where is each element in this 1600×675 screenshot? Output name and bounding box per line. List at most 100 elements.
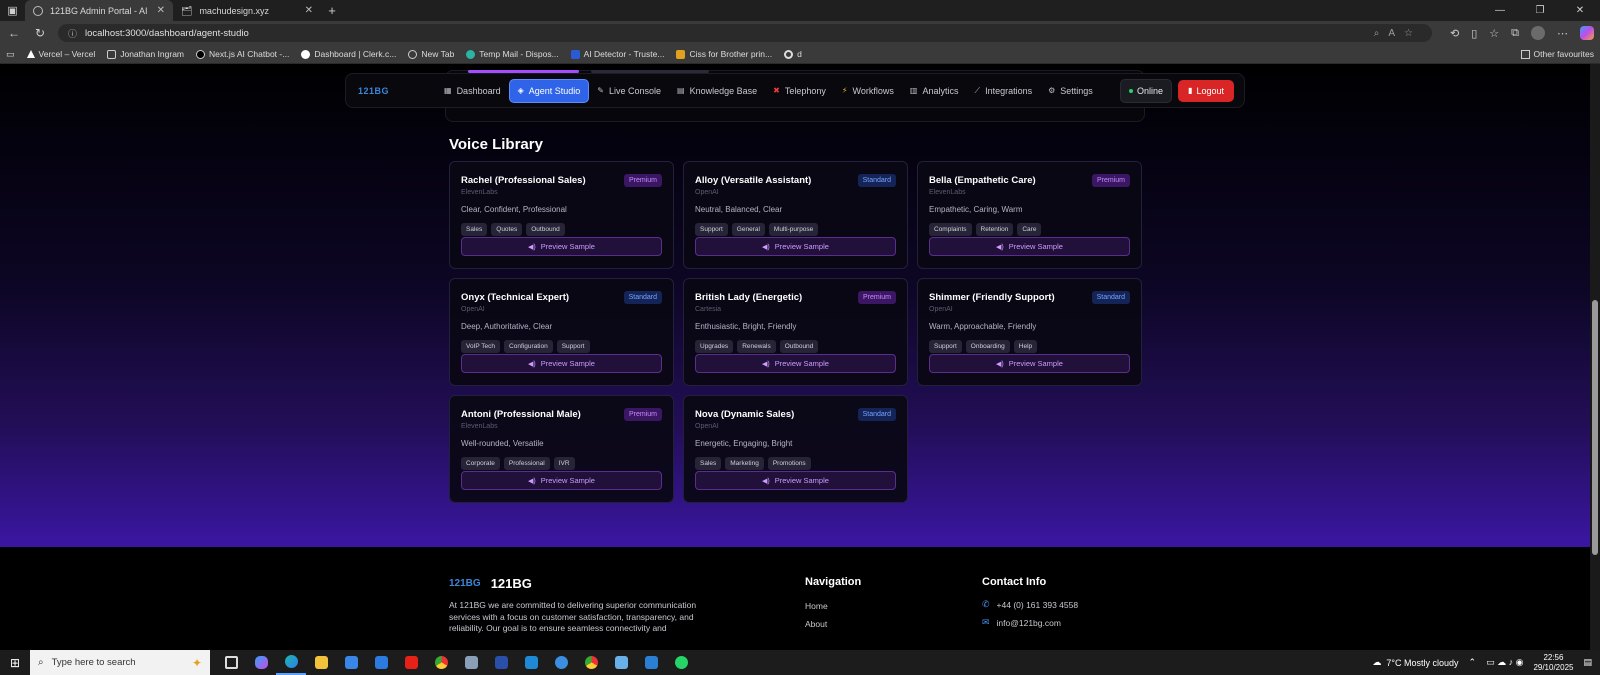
edge-app-icon[interactable] [276,650,306,675]
footer-link-about[interactable]: About [805,619,827,629]
store-icon[interactable] [336,650,366,675]
extensions-icon[interactable]: ⟲ [1450,27,1459,40]
favourites-icon[interactable]: ☆ [1489,27,1499,40]
voice-name: Bella (Empathetic Care) [929,175,1036,186]
notifications-icon[interactable]: ▤ [1583,657,1592,668]
bookmark-item[interactable]: Ciss for Brother prin... [676,49,772,59]
split-screen-icon[interactable]: ▯ [1471,27,1477,40]
logout-button[interactable]: ▮ Logout [1178,79,1234,102]
copilot-app-icon[interactable] [246,650,276,675]
close-icon[interactable]: ✕ [305,5,313,16]
close-window-icon[interactable]: ✕ [1560,5,1600,16]
refresh-icon[interactable]: ↻ [32,26,48,40]
bookmark-item[interactable]: Temp Mail - Dispos... [466,49,559,59]
info-icon[interactable]: ⓘ [68,27,77,40]
tray-icons[interactable]: ▭ ☁ ♪ ◉ [1486,657,1523,668]
top-navigation: 121BG ▦ Dashboard ◈ Agent Studio ✎ Live Con… [345,73,1245,108]
vscode-icon[interactable] [516,650,546,675]
status-badge[interactable]: Online [1120,78,1173,103]
other-favourites[interactable]: Other favourites [1520,49,1594,59]
whatsapp-icon[interactable] [666,650,696,675]
voice-provider: Cartesia [695,306,722,313]
url-action-icons[interactable]: ⌕A☆ [1374,28,1422,39]
voice-library-grid: Rachel (Professional Sales) Premium Eleven… [449,161,1142,503]
minimize-icon[interactable]: — [1480,5,1520,16]
youtube-icon[interactable] [396,650,426,675]
scrollbar-thumb[interactable] [1592,300,1598,555]
azure-icon[interactable] [636,650,666,675]
tier-badge: Standard [857,408,896,421]
clock[interactable]: 22:56 29/10/2025 [1533,653,1573,673]
weather-widget[interactable]: ☁ 7°C Mostly cloudy [1372,657,1458,668]
voice-provider: OpenAI [695,189,719,196]
taskbar-search[interactable]: ⌕ Type here to search ✦ [30,650,210,675]
tray-overflow-icon[interactable]: ⌃ [1469,657,1477,668]
nav-live-console[interactable]: ✎ Live Console [589,80,669,102]
tier-badge: Premium [1091,174,1130,187]
brand-logo[interactable]: 121BG [358,86,436,96]
preview-sample-button[interactable]: ◀) Preview Sample [695,471,896,490]
bookmark-item[interactable]: Vercel – Vercel [26,49,96,59]
nav-settings[interactable]: ⚙ Settings [1040,80,1101,102]
nav-agent-studio[interactable]: ◈ Agent Studio [508,78,590,103]
bookmark-item[interactable]: New Tab [408,49,454,59]
notes-icon[interactable] [606,650,636,675]
url-field[interactable]: ⓘ localhost:3000/dashboard/agent-studio … [58,24,1432,42]
tab-admin-portal[interactable]: 121BG Admin Portal - AI Voice Ag ✕ [25,0,173,21]
nav-analytics[interactable]: ▥ Analytics [902,80,967,102]
file-explorer-icon[interactable] [306,650,336,675]
windows-start-icon[interactable]: ⊞ [0,656,30,670]
nav-knowledge-base[interactable]: ▤ Knowledge Base [669,80,765,102]
bookmark-label: Vercel – Vercel [38,49,96,59]
chrome-profile-icon[interactable] [576,650,606,675]
preview-sample-button[interactable]: ◀) Preview Sample [461,237,662,256]
app-icon[interactable] [456,650,486,675]
bookmark-item[interactable]: d [784,49,802,59]
edge-dev-icon[interactable] [546,650,576,675]
nav-integrations[interactable]: ⟋ Integrations [966,80,1040,102]
voice-tag: Configuration [504,340,553,353]
back-icon[interactable]: ← [6,26,22,40]
preview-sample-button[interactable]: ◀) Preview Sample [695,354,896,373]
task-view-icon[interactable] [216,650,246,675]
new-tab-button[interactable]: + [321,0,343,21]
voice-tag: Support [695,223,728,236]
preview-sample-button[interactable]: ◀) Preview Sample [461,471,662,490]
close-icon[interactable]: ✕ [157,5,165,16]
bookmark-item[interactable]: AI Detector - Truste... [570,49,664,59]
preview-sample-button[interactable]: ◀) Preview Sample [929,237,1130,256]
nav-dashboard[interactable]: ▦ Dashboard [436,80,509,102]
speaker-icon: ◀) [528,243,536,251]
preview-label: Preview Sample [774,359,829,368]
voice-provider: OpenAI [461,306,485,313]
voice-card: Nova (Dynamic Sales) Standard OpenAI Energe… [683,395,908,503]
footer-link-home[interactable]: Home [805,601,828,611]
preview-sample-button[interactable]: ◀) Preview Sample [695,237,896,256]
collections-icon[interactable]: ⧉ [1511,27,1519,40]
page-scrollbar[interactable] [1590,64,1600,662]
footer-email[interactable]: ✉ info@121bg.com [982,617,1061,628]
bookmark-item[interactable]: Dashboard | Clerk.c... [301,49,396,59]
profile-icon[interactable] [1531,26,1545,40]
bookmark-item[interactable]: Jonathan Ingram [107,49,184,59]
powershell-icon[interactable] [486,650,516,675]
bookmark-apps-icon[interactable]: ▭ [6,49,15,60]
chrome-icon[interactable] [426,650,456,675]
mail-app-icon[interactable] [366,650,396,675]
more-icon[interactable]: ⋯ [1557,27,1568,40]
tab-machudesign[interactable]: 🗂 machudesign.xyz ✕ [173,0,321,21]
nav-workflows[interactable]: ⚡ Workflows [834,80,902,102]
restore-icon[interactable]: ❐ [1520,5,1560,16]
footer-phone[interactable]: ✆ +44 (0) 161 393 4558 [982,599,1078,610]
preview-sample-button[interactable]: ◀) Preview Sample [929,354,1130,373]
tab-actions-icon[interactable]: ▣ [0,0,25,21]
voice-tag: Sales [695,457,722,470]
footer-about: At 121BG we are committed to delivering … [449,600,697,633]
nav-telephony[interactable]: ✖ Telephony [765,80,834,102]
site-icon: 🗂 [181,5,193,16]
copilot-icon[interactable] [1580,26,1594,40]
voice-tag: Corporate [461,457,500,470]
preview-sample-button[interactable]: ◀) Preview Sample [461,354,662,373]
bookmark-item[interactable]: Next.js AI Chatbot -... [196,49,289,59]
voice-provider: OpenAI [695,423,719,430]
